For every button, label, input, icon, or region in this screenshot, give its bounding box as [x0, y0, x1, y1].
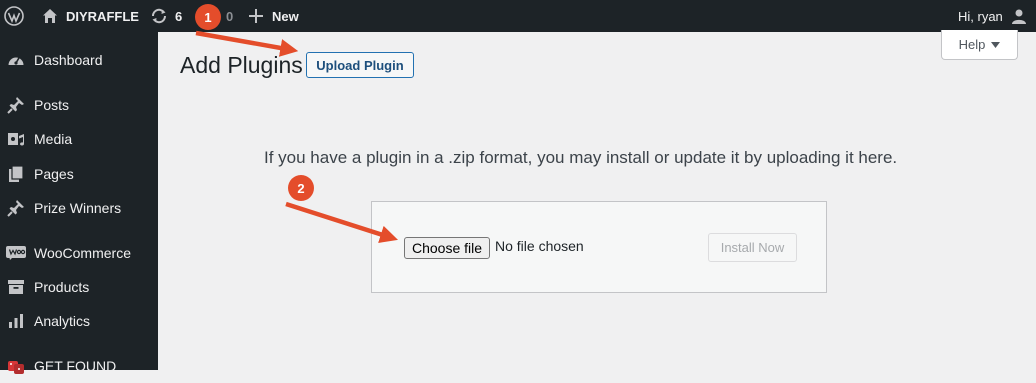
admin-bar: DIYRAFFLE 6 0 New Hi, ryan [0, 0, 1036, 32]
pushpin-icon [6, 95, 26, 115]
user-greeting: Hi, ryan [958, 8, 1003, 24]
sidebar-item-dashboard[interactable]: Dashboard [0, 43, 158, 77]
sidebar-item-label: Media [34, 131, 73, 147]
sidebar-item-label: Products [34, 279, 90, 295]
annotation-badge-2: 2 [288, 175, 314, 201]
wordpress-logo-icon[interactable] [4, 0, 24, 32]
updates-link[interactable]: 6 [150, 0, 182, 32]
admin-sidebar: Dashboard Posts Media Pages Prize Winner… [0, 32, 158, 374]
upload-plugin-button[interactable]: Upload Plugin [306, 52, 414, 78]
dashboard-icon [6, 50, 26, 70]
comments-count: 0 [226, 8, 234, 24]
archive-box-icon [6, 277, 26, 297]
updates-count: 6 [175, 8, 183, 24]
sidebar-item-get-found[interactable]: GET FOUND [0, 349, 158, 383]
file-status-text: No file chosen [495, 238, 584, 254]
help-tab-button[interactable]: Help [941, 30, 1018, 60]
install-now-button[interactable]: Install Now [708, 233, 797, 262]
sidebar-item-posts[interactable]: Posts [0, 88, 158, 122]
pushpin-icon [6, 198, 26, 218]
page-title: Add Plugins [180, 52, 303, 78]
sidebar-item-prize-winners[interactable]: Prize Winners [0, 191, 158, 225]
bar-chart-icon [6, 311, 26, 331]
sidebar-item-label: Posts [34, 97, 70, 113]
home-icon [42, 8, 58, 24]
new-label: New [272, 8, 299, 24]
updates-icon [150, 7, 168, 25]
annotation-arrow-1 [195, 30, 299, 57]
sidebar-item-label: Prize Winners [34, 200, 122, 216]
media-icon [6, 129, 26, 149]
get-found-icon [6, 356, 26, 376]
sidebar-item-analytics[interactable]: Analytics [0, 304, 158, 338]
avatar [1011, 8, 1027, 24]
upload-plugin-form: Choose file No file chosen Install Now [371, 201, 827, 293]
choose-file-button[interactable]: Choose file [404, 237, 490, 259]
pages-icon [6, 164, 26, 184]
user-account-menu[interactable]: Hi, ryan [958, 0, 1027, 32]
sidebar-item-label: Analytics [34, 313, 91, 329]
sidebar-item-media[interactable]: Media [0, 122, 158, 156]
sidebar-item-label: GET FOUND [34, 358, 117, 374]
site-home-link[interactable]: DIYRAFFLE [42, 0, 139, 32]
sidebar-item-label: Pages [34, 166, 74, 182]
sidebar-item-products[interactable]: Products [0, 270, 158, 304]
upload-description: If you have a plugin in a .zip format, y… [264, 148, 898, 167]
help-label: Help [958, 37, 986, 52]
woocommerce-icon [6, 243, 26, 263]
new-content-link[interactable]: New [249, 0, 299, 32]
site-name: DIYRAFFLE [66, 8, 139, 24]
plus-icon [249, 9, 263, 23]
caret-down-icon [991, 41, 1001, 48]
sidebar-item-label: Dashboard [34, 52, 103, 68]
sidebar-item-pages[interactable]: Pages [0, 157, 158, 191]
sidebar-item-label: WooCommerce [34, 245, 131, 261]
annotation-badge-1: 1 [195, 4, 221, 30]
sidebar-item-woocommerce[interactable]: WooCommerce [0, 236, 158, 270]
